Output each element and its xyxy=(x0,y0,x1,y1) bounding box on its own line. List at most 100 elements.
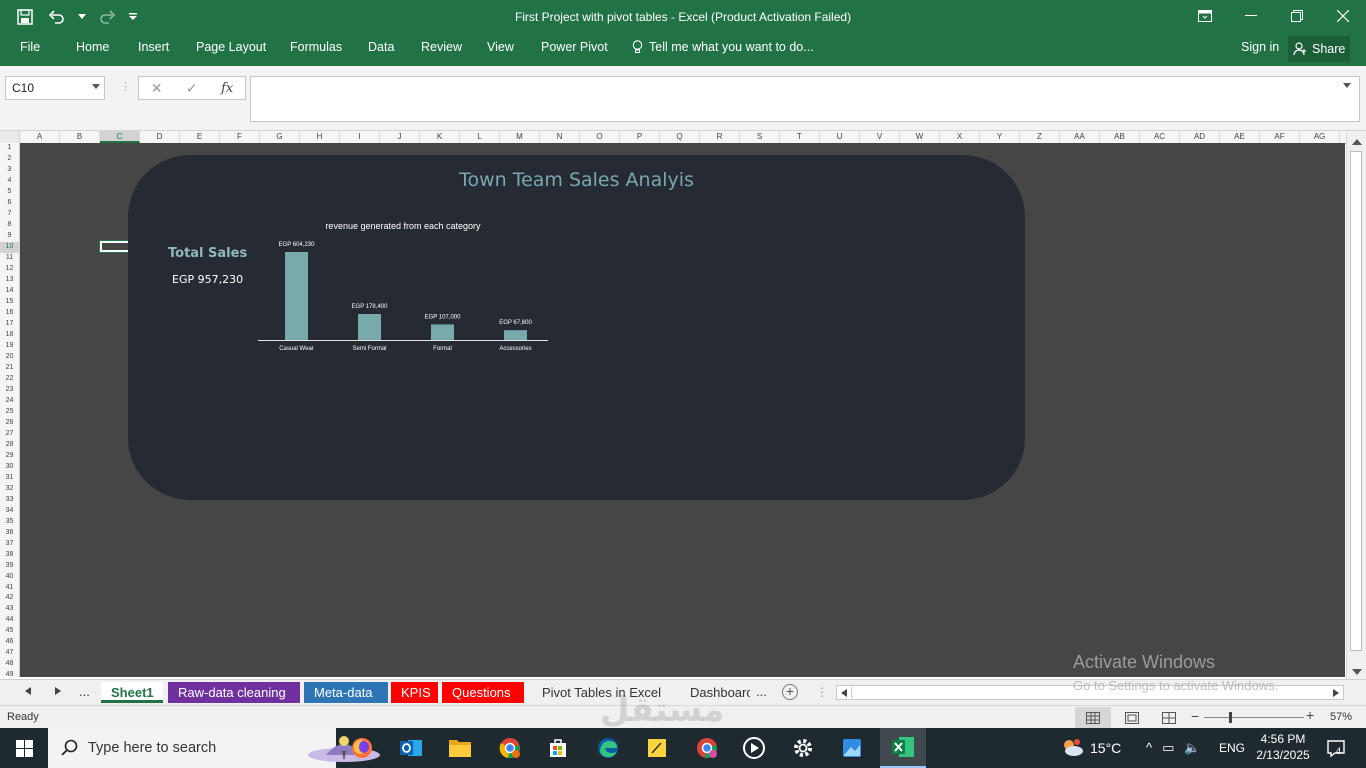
row-header-2[interactable]: 2 xyxy=(0,154,19,165)
row-header-19[interactable]: 19 xyxy=(0,341,19,352)
scroll-down-icon[interactable] xyxy=(1352,669,1362,675)
row-header-27[interactable]: 27 xyxy=(0,429,19,440)
tab-data[interactable]: Data xyxy=(368,40,394,54)
sheet-tab-kpis[interactable]: KPIS xyxy=(391,682,438,703)
column-header-r[interactable]: R xyxy=(700,131,740,143)
tab-review[interactable]: Review xyxy=(421,40,462,54)
row-header-26[interactable]: 26 xyxy=(0,418,19,429)
row-header-43[interactable]: 43 xyxy=(0,604,19,615)
column-header-af[interactable]: AF xyxy=(1260,131,1300,143)
sheet-tab-meta-data[interactable]: Meta-data xyxy=(304,682,388,703)
restore-icon[interactable] xyxy=(1274,0,1320,32)
row-header-25[interactable]: 25 xyxy=(0,407,19,418)
zoom-level[interactable]: 57% xyxy=(1330,711,1352,723)
taskbar-file-explorer-icon[interactable] xyxy=(440,732,480,764)
column-header-f[interactable]: F xyxy=(220,131,260,143)
ribbon-display-options-icon[interactable] xyxy=(1182,0,1228,32)
sign-in-link[interactable]: Sign in xyxy=(1241,40,1279,54)
taskbar-chrome-icon[interactable] xyxy=(490,732,530,764)
zoom-slider-thumb[interactable] xyxy=(1229,712,1232,723)
row-header-17[interactable]: 17 xyxy=(0,319,19,330)
row-header-41[interactable]: 41 xyxy=(0,583,19,594)
row-header-29[interactable]: 29 xyxy=(0,451,19,462)
close-icon[interactable] xyxy=(1320,0,1366,32)
row-header-35[interactable]: 35 xyxy=(0,517,19,528)
column-header-ad[interactable]: AD xyxy=(1180,131,1220,143)
taskbar-sticky-notes-icon[interactable] xyxy=(637,732,677,764)
prev-sheet-icon[interactable] xyxy=(25,687,31,695)
cancel-entry-icon[interactable]: ✕ xyxy=(151,80,163,97)
taskbar-outlook-icon[interactable] xyxy=(391,732,431,764)
taskbar-edge-icon[interactable] xyxy=(588,732,628,764)
column-header-g[interactable]: G xyxy=(260,131,300,143)
row-header-6[interactable]: 6 xyxy=(0,198,19,209)
tell-me-search[interactable]: Tell me what you want to do... xyxy=(632,40,814,54)
column-header-k[interactable]: K xyxy=(420,131,460,143)
taskbar-chrome-profile-icon[interactable] xyxy=(687,732,727,764)
row-header-48[interactable]: 48 xyxy=(0,659,19,670)
row-header-47[interactable]: 47 xyxy=(0,648,19,659)
undo-icon[interactable] xyxy=(46,6,68,28)
weather-widget[interactable]: 15°C xyxy=(1060,738,1121,758)
tab-formulas[interactable]: Formulas xyxy=(290,40,342,54)
column-header-v[interactable]: V xyxy=(860,131,900,143)
row-header-42[interactable]: 42 xyxy=(0,593,19,604)
column-header-d[interactable]: D xyxy=(140,131,180,143)
formula-input[interactable] xyxy=(250,76,1360,122)
more-sheets-left[interactable]: ... xyxy=(79,684,90,699)
row-header-46[interactable]: 46 xyxy=(0,637,19,648)
chart-bar-3[interactable] xyxy=(504,330,527,340)
name-box-dropdown-icon[interactable] xyxy=(92,84,100,89)
taskbar-settings-icon[interactable] xyxy=(783,732,823,764)
column-header-q[interactable]: Q xyxy=(660,131,700,143)
tab-insert[interactable]: Insert xyxy=(138,40,169,54)
row-header-28[interactable]: 28 xyxy=(0,440,19,451)
column-header-aa[interactable]: AA xyxy=(1060,131,1100,143)
redo-icon[interactable] xyxy=(96,6,118,28)
column-header-s[interactable]: S xyxy=(740,131,780,143)
column-header-ae[interactable]: AE xyxy=(1220,131,1260,143)
row-header-20[interactable]: 20 xyxy=(0,352,19,363)
zoom-in-button[interactable]: + xyxy=(1306,707,1314,723)
tab-page-layout[interactable]: Page Layout xyxy=(196,40,266,54)
taskbar-store-icon[interactable] xyxy=(538,732,578,764)
save-icon[interactable] xyxy=(14,6,36,28)
sheet-tab-sheet1[interactable]: Sheet1 xyxy=(101,682,163,703)
customize-toolbar-icon[interactable] xyxy=(128,6,138,28)
row-header-38[interactable]: 38 xyxy=(0,550,19,561)
row-header-3[interactable]: 3 xyxy=(0,165,19,176)
chart-bar-0[interactable] xyxy=(285,252,308,340)
column-header-b[interactable]: B xyxy=(60,131,100,143)
undo-dropdown-icon[interactable] xyxy=(78,6,86,28)
tab-view[interactable]: View xyxy=(487,40,514,54)
taskbar-media-player-icon[interactable] xyxy=(734,732,774,764)
row-header-49[interactable]: 49 xyxy=(0,670,19,677)
column-header-j[interactable]: J xyxy=(380,131,420,143)
column-header-e[interactable]: E xyxy=(180,131,220,143)
normal-view-icon[interactable] xyxy=(1075,707,1111,728)
zoom-slider[interactable] xyxy=(1204,717,1304,718)
language-indicator[interactable]: ENG xyxy=(1219,741,1245,755)
name-box[interactable]: C10 xyxy=(5,76,105,100)
volume-icon[interactable]: 🔈 xyxy=(1184,740,1200,756)
row-header-13[interactable]: 13 xyxy=(0,275,19,286)
vertical-scrollbar[interactable] xyxy=(1346,131,1366,679)
row-header-34[interactable]: 34 xyxy=(0,506,19,517)
column-header-t[interactable]: T xyxy=(780,131,820,143)
row-header-4[interactable]: 4 xyxy=(0,176,19,187)
row-header-10[interactable]: 10 xyxy=(0,241,19,253)
column-header-a[interactable]: A xyxy=(20,131,60,143)
category-revenue-chart[interactable]: revenue generated from each category EGP … xyxy=(248,215,568,365)
page-break-view-icon[interactable] xyxy=(1157,707,1181,728)
row-header-24[interactable]: 24 xyxy=(0,396,19,407)
share-button[interactable]: Share xyxy=(1288,36,1350,62)
column-header-y[interactable]: Y xyxy=(980,131,1020,143)
column-header-ac[interactable]: AC xyxy=(1140,131,1180,143)
column-header-w[interactable]: W xyxy=(900,131,940,143)
row-header-1[interactable]: 1 xyxy=(0,143,19,154)
row-header-33[interactable]: 33 xyxy=(0,495,19,506)
insert-function-icon[interactable]: fx xyxy=(221,81,233,96)
row-header-5[interactable]: 5 xyxy=(0,187,19,198)
row-header-16[interactable]: 16 xyxy=(0,308,19,319)
chart-bar-2[interactable] xyxy=(431,324,454,340)
